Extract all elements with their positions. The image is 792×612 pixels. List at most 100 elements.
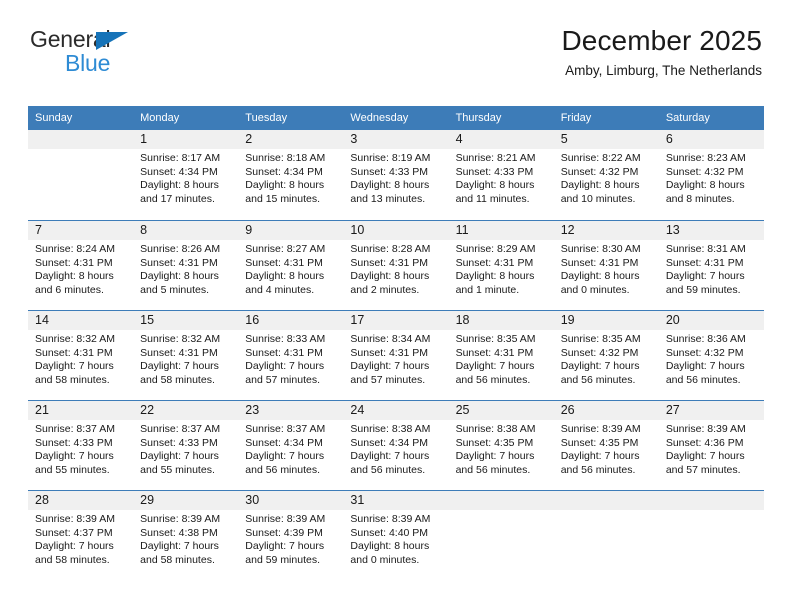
daylight-text-line2: and 56 minutes. [455, 374, 531, 387]
day-cell[interactable]: 13 Sunrise: 8:31 AM Sunset: 4:31 PM Dayligh… [658, 221, 764, 310]
day-details: Sunrise: 8:32 AM Sunset: 4:31 PM Daylight:… [133, 330, 238, 387]
day-number: 5 [553, 130, 659, 150]
sunrise-text: Sunrise: 8:32 AM [140, 333, 221, 346]
day-cell[interactable] [448, 491, 554, 580]
sunrise-text: Sunrise: 8:22 AM [560, 152, 641, 165]
day-cell[interactable]: 14 Sunrise: 8:32 AM Sunset: 4:31 PM Dayligh… [28, 311, 134, 400]
day-cell[interactable]: 22 Sunrise: 8:37 AM Sunset: 4:33 PM Dayligh… [133, 401, 239, 490]
day-details: Sunrise: 8:39 AM Sunset: 4:38 PM Daylight:… [133, 510, 238, 567]
day-details: Sunrise: 8:39 AM Sunset: 4:40 PM Daylight:… [343, 510, 448, 567]
day-cell[interactable] [658, 491, 764, 580]
page-subtitle: Amby, Limburg, The Netherlands [565, 62, 762, 78]
day-cell[interactable]: 19 Sunrise: 8:35 AM Sunset: 4:32 PM Dayligh… [553, 311, 659, 400]
day-cell[interactable]: 3 Sunrise: 8:19 AM Sunset: 4:33 PM Daylight… [343, 130, 449, 220]
day-details: Sunrise: 8:19 AM Sunset: 4:33 PM Daylight:… [343, 149, 448, 206]
day-cell[interactable]: 11 Sunrise: 8:29 AM Sunset: 4:31 PM Dayligh… [448, 221, 554, 310]
day-number [448, 491, 554, 511]
daylight-text-line2: and 0 minutes. [350, 554, 420, 567]
daylight-text-line2: and 58 minutes. [140, 374, 215, 387]
day-cell[interactable] [28, 130, 134, 220]
daylight-text-line1: Daylight: 7 hours [665, 270, 745, 283]
sunrise-text: Sunrise: 8:19 AM [350, 152, 431, 165]
day-cell[interactable]: 20 Sunrise: 8:36 AM Sunset: 4:32 PM Dayligh… [658, 311, 764, 400]
sunset-text: Sunset: 4:32 PM [560, 346, 639, 359]
day-cell[interactable]: 28 Sunrise: 8:39 AM Sunset: 4:37 PM Dayligh… [28, 491, 134, 580]
day-cell[interactable]: 4 Sunrise: 8:21 AM Sunset: 4:33 PM Daylight… [448, 130, 554, 220]
day-cell[interactable] [553, 491, 659, 580]
sunrise-text: Sunrise: 8:29 AM [455, 243, 536, 256]
day-cell[interactable]: 6 Sunrise: 8:23 AM Sunset: 4:32 PM Daylight… [658, 130, 764, 220]
day-cell[interactable]: 5 Sunrise: 8:22 AM Sunset: 4:32 PM Daylight… [553, 130, 659, 220]
day-cell[interactable]: 26 Sunrise: 8:39 AM Sunset: 4:35 PM Dayligh… [553, 401, 659, 490]
day-cell[interactable]: 24 Sunrise: 8:38 AM Sunset: 4:34 PM Dayligh… [343, 401, 449, 490]
day-cell[interactable]: 31 Sunrise: 8:39 AM Sunset: 4:40 PM Dayligh… [343, 491, 449, 580]
sunrise-text: Sunrise: 8:39 AM [140, 513, 221, 526]
day-number [553, 491, 659, 511]
day-number: 4 [448, 130, 554, 150]
sunrise-text: Sunrise: 8:37 AM [35, 423, 115, 436]
day-details: Sunrise: 8:18 AM Sunset: 4:34 PM Daylight:… [238, 149, 343, 206]
daylight-text-line1: Daylight: 7 hours [245, 540, 325, 553]
day-details: Sunrise: 8:37 AM Sunset: 4:34 PM Daylight:… [238, 420, 343, 477]
sunrise-text: Sunrise: 8:38 AM [455, 423, 536, 436]
day-number: 3 [343, 130, 449, 150]
day-number: 1 [133, 130, 239, 150]
sunrise-text: Sunrise: 8:17 AM [140, 152, 221, 165]
weekday-sunday: Sunday [35, 112, 73, 124]
day-cell[interactable]: 2 Sunrise: 8:18 AM Sunset: 4:34 PM Daylight… [238, 130, 344, 220]
daylight-text-line1: Daylight: 8 hours [245, 179, 325, 192]
sunset-text: Sunset: 4:31 PM [140, 256, 218, 269]
day-cell[interactable]: 12 Sunrise: 8:30 AM Sunset: 4:31 PM Dayligh… [553, 221, 659, 310]
day-cell[interactable]: 8 Sunrise: 8:26 AM Sunset: 4:31 PM Daylight… [133, 221, 239, 310]
sunset-text: Sunset: 4:39 PM [245, 526, 323, 539]
daylight-text-line2: and 56 minutes. [560, 464, 636, 477]
weekday-tuesday: Tuesday [245, 112, 288, 124]
day-details: Sunrise: 8:27 AM Sunset: 4:31 PM Daylight:… [238, 240, 343, 297]
day-number: 2 [238, 130, 344, 150]
general-blue-logo: General Blue [30, 28, 180, 78]
day-details: Sunrise: 8:37 AM Sunset: 4:33 PM Daylight:… [28, 420, 133, 477]
sunset-text: Sunset: 4:32 PM [560, 165, 639, 178]
sunset-text: Sunset: 4:36 PM [665, 436, 744, 449]
day-cell[interactable]: 10 Sunrise: 8:28 AM Sunset: 4:31 PM Dayligh… [343, 221, 449, 310]
weekday-thursday: Thursday [455, 112, 502, 124]
day-cell[interactable]: 30 Sunrise: 8:39 AM Sunset: 4:39 PM Dayligh… [238, 491, 344, 580]
day-details: Sunrise: 8:32 AM Sunset: 4:31 PM Daylight:… [28, 330, 133, 387]
day-cell[interactable]: 9 Sunrise: 8:27 AM Sunset: 4:31 PM Daylight… [238, 221, 344, 310]
day-cell[interactable]: 16 Sunrise: 8:33 AM Sunset: 4:31 PM Dayligh… [238, 311, 344, 400]
sunset-text: Sunset: 4:32 PM [665, 165, 744, 178]
day-cell[interactable]: 7 Sunrise: 8:24 AM Sunset: 4:31 PM Daylight… [28, 221, 134, 310]
sunrise-text: Sunrise: 8:30 AM [560, 243, 641, 256]
daylight-text-line2: and 56 minutes. [350, 464, 426, 477]
logo-text-blue: Blue [65, 50, 111, 76]
calendar-page: General Blue December 2025 Amby, Limburg… [0, 0, 792, 612]
day-cell[interactable]: 17 Sunrise: 8:34 AM Sunset: 4:31 PM Dayligh… [343, 311, 449, 400]
day-cell[interactable]: 23 Sunrise: 8:37 AM Sunset: 4:34 PM Dayligh… [238, 401, 344, 490]
day-cell[interactable]: 27 Sunrise: 8:39 AM Sunset: 4:36 PM Dayligh… [658, 401, 764, 490]
day-cell[interactable]: 29 Sunrise: 8:39 AM Sunset: 4:38 PM Dayligh… [133, 491, 239, 580]
daylight-text-line2: and 57 minutes. [665, 464, 741, 477]
day-cell[interactable]: 18 Sunrise: 8:35 AM Sunset: 4:31 PM Dayligh… [448, 311, 554, 400]
sunset-text: Sunset: 4:31 PM [350, 346, 429, 359]
day-cell[interactable]: 21 Sunrise: 8:37 AM Sunset: 4:33 PM Dayligh… [28, 401, 134, 490]
sunset-text: Sunset: 4:35 PM [455, 436, 534, 449]
day-cell[interactable]: 15 Sunrise: 8:32 AM Sunset: 4:31 PM Dayligh… [133, 311, 239, 400]
sunset-text: Sunset: 4:33 PM [455, 165, 534, 178]
day-details: Sunrise: 8:28 AM Sunset: 4:31 PM Daylight:… [343, 240, 448, 297]
day-number: 20 [658, 311, 764, 331]
sunset-text: Sunset: 4:33 PM [350, 165, 429, 178]
daylight-text-line2: and 5 minutes. [140, 284, 210, 297]
day-details: Sunrise: 8:17 AM Sunset: 4:34 PM Daylight:… [133, 149, 238, 206]
daylight-text-line2: and 56 minutes. [560, 374, 636, 387]
triangle-icon [96, 32, 128, 50]
sunrise-text: Sunrise: 8:27 AM [245, 243, 326, 256]
day-cell[interactable]: 1 Sunrise: 8:17 AM Sunset: 4:34 PM Daylight… [133, 130, 239, 220]
day-number: 6 [658, 130, 764, 150]
daylight-text-line1: Daylight: 8 hours [140, 179, 219, 192]
weekday-wednesday: Wednesday [350, 112, 409, 124]
daylight-text-line1: Daylight: 7 hours [350, 360, 430, 373]
day-details: Sunrise: 8:39 AM Sunset: 4:39 PM Daylight:… [238, 510, 343, 567]
day-cell[interactable]: 25 Sunrise: 8:38 AM Sunset: 4:35 PM Dayligh… [448, 401, 554, 490]
day-number: 25 [448, 401, 554, 421]
day-number: 11 [448, 221, 554, 241]
